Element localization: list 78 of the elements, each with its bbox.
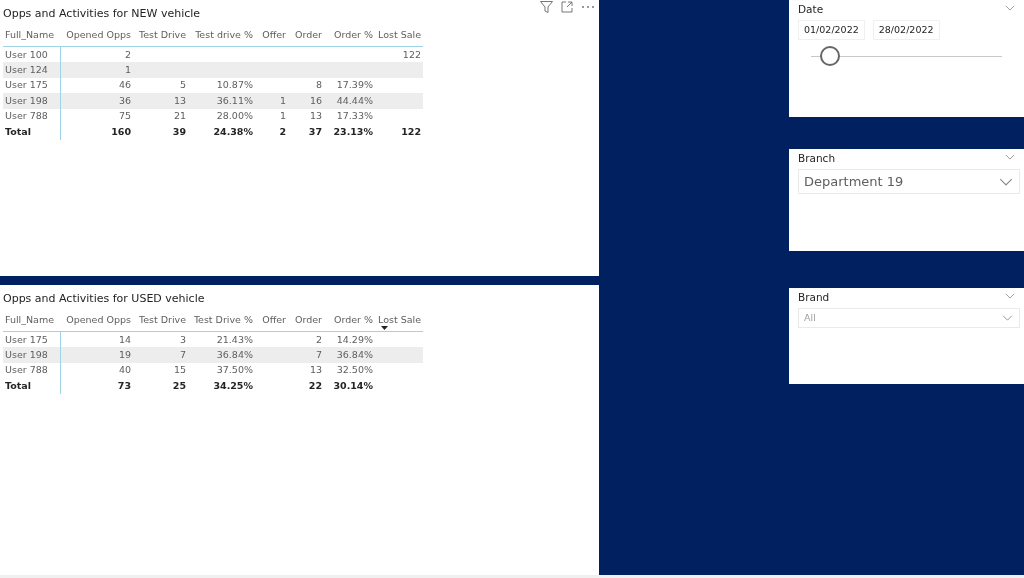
- column-header[interactable]: Opened Opps: [60, 309, 133, 332]
- table-cell-text: 34.25%: [212, 378, 254, 393]
- table-cell: 160: [60, 124, 133, 140]
- total-label: Total: [3, 378, 60, 394]
- column-header[interactable]: Order %: [324, 24, 375, 47]
- row-label: User 124: [3, 62, 60, 78]
- table-cell: 1: [255, 93, 288, 109]
- table-cell: 122: [375, 46, 423, 63]
- table-cell-text: 30.14%: [332, 378, 374, 393]
- table-cell: 15: [133, 362, 188, 379]
- visual-title: Opps and Activities for USED vehicle: [2, 291, 206, 305]
- table-cell: 28.00%: [188, 108, 255, 125]
- table-cell: 17.33%: [324, 108, 375, 125]
- table-cell: 17.39%: [324, 77, 375, 94]
- row-label: User 198: [3, 93, 60, 109]
- column-header[interactable]: Offer: [255, 24, 288, 47]
- table-cell: 13: [133, 93, 188, 109]
- visual-title: Opps and Activities for NEW vehicle: [2, 7, 202, 20]
- table-cell: 5: [133, 77, 188, 94]
- column-header[interactable]: Offer: [255, 309, 288, 332]
- table-cell: 7: [133, 347, 188, 363]
- slicer-title: Branch: [798, 151, 836, 165]
- table-cell: 14: [60, 331, 133, 348]
- row-label: User 198: [3, 347, 60, 363]
- row-label: User 788: [3, 108, 60, 125]
- table-cell-text: 2: [278, 124, 287, 139]
- table-cell: 19: [60, 347, 133, 363]
- table-cell: 2: [60, 46, 133, 63]
- table-cell-text: 122: [400, 124, 422, 139]
- table-cell-text: 22: [307, 378, 323, 393]
- table-cell: 40: [60, 362, 133, 379]
- table-cell: 36: [60, 93, 133, 109]
- table-cell: 13: [288, 362, 324, 379]
- column-header[interactable]: Order: [288, 309, 324, 332]
- table-cell: 1: [255, 108, 288, 125]
- slicer-title: Date: [798, 2, 824, 16]
- column-header[interactable]: Test Drive: [133, 309, 188, 332]
- table-cell: 2: [288, 331, 324, 348]
- table-cell-text: 24.38%: [212, 124, 254, 139]
- table-cell: 10.87%: [188, 77, 255, 94]
- table-cell: 14.29%: [324, 331, 375, 348]
- column-header[interactable]: Test Drive: [133, 24, 188, 47]
- table-cell: 7: [288, 347, 324, 363]
- column-header[interactable]: Full_Name: [3, 24, 60, 47]
- table-cell-text: 37: [307, 124, 323, 139]
- table-cell: 37.50%: [188, 362, 255, 379]
- table-cell: 16: [288, 93, 324, 109]
- column-header[interactable]: Lost Sale: [375, 309, 423, 332]
- column-header[interactable]: Lost Sale: [375, 24, 423, 47]
- table-cell: 21: [133, 108, 188, 125]
- slicer-title: Brand: [798, 290, 830, 304]
- date-field[interactable]: 01/02/2022: [798, 20, 865, 41]
- table-cell-text: 23.13%: [332, 124, 374, 139]
- table-cell: 36.84%: [324, 347, 375, 363]
- column-header[interactable]: Order %: [324, 309, 375, 332]
- table-cell: 13: [288, 108, 324, 125]
- column-header[interactable]: Test Drive %: [188, 309, 255, 332]
- table-cell: 36.84%: [188, 347, 255, 363]
- total-label: Total: [3, 124, 60, 140]
- table-cell: 3: [133, 331, 188, 348]
- table-cell: 1: [60, 62, 133, 78]
- table-cell: 75: [60, 108, 133, 125]
- table-cell: 36.11%: [188, 93, 255, 109]
- table-cell: 46: [60, 77, 133, 94]
- table-cell: 73: [60, 378, 133, 394]
- date-field[interactable]: 28/02/2022: [872, 20, 940, 41]
- column-header[interactable]: Order: [288, 24, 324, 47]
- column-header[interactable]: Full_Name: [3, 309, 60, 332]
- row-label: User 788: [3, 362, 60, 379]
- table-cell: 21.43%: [188, 331, 255, 348]
- column-header[interactable]: Test drive %: [188, 24, 255, 47]
- table-cell-text: 25: [171, 378, 187, 393]
- table-cell: 8: [288, 77, 324, 94]
- table-cell-text: 39: [171, 124, 187, 139]
- column-header[interactable]: Opened Opps: [60, 24, 133, 47]
- table-cell: 44.44%: [324, 93, 375, 109]
- dropdown-field[interactable]: Department 19: [798, 169, 1020, 194]
- table-cell: 32.50%: [324, 362, 375, 379]
